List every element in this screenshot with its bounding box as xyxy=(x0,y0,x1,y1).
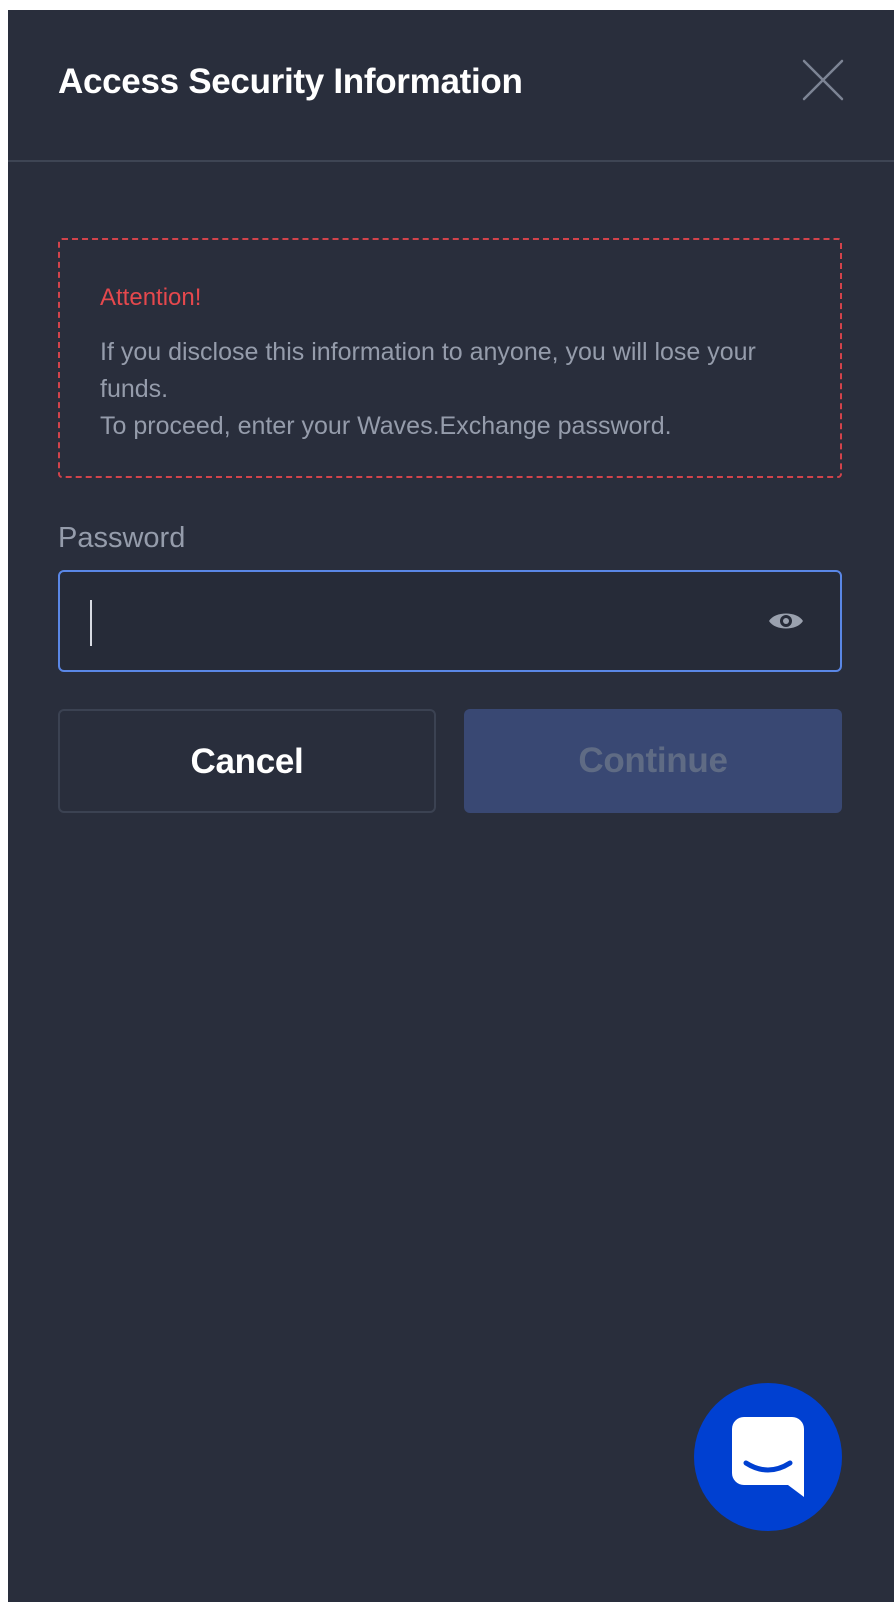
cancel-button[interactable]: Cancel xyxy=(58,709,436,813)
close-icon[interactable] xyxy=(798,55,848,105)
chat-support-button[interactable] xyxy=(694,1383,842,1531)
attention-heading: Attention! xyxy=(100,284,202,311)
text-cursor xyxy=(90,600,92,646)
attention-line: To proceed, enter your Waves.Exchange pa… xyxy=(100,412,672,440)
password-input[interactable] xyxy=(60,572,740,670)
eye-icon[interactable] xyxy=(766,606,806,636)
chat-bubble-icon xyxy=(732,1417,804,1497)
dialog-header: Access Security Information xyxy=(8,10,894,162)
password-label: Password xyxy=(58,522,186,554)
attention-message: If you disclose this information to anyo… xyxy=(100,334,800,445)
attention-line: If you disclose this information to anyo… xyxy=(100,338,756,403)
password-field xyxy=(58,570,842,672)
security-dialog: Access Security Information Attention! I… xyxy=(8,10,894,1602)
dialog-title: Access Security Information xyxy=(58,62,523,101)
attention-warning-box: Attention! If you disclose this informat… xyxy=(58,238,842,478)
continue-button[interactable]: Continue xyxy=(464,709,842,813)
